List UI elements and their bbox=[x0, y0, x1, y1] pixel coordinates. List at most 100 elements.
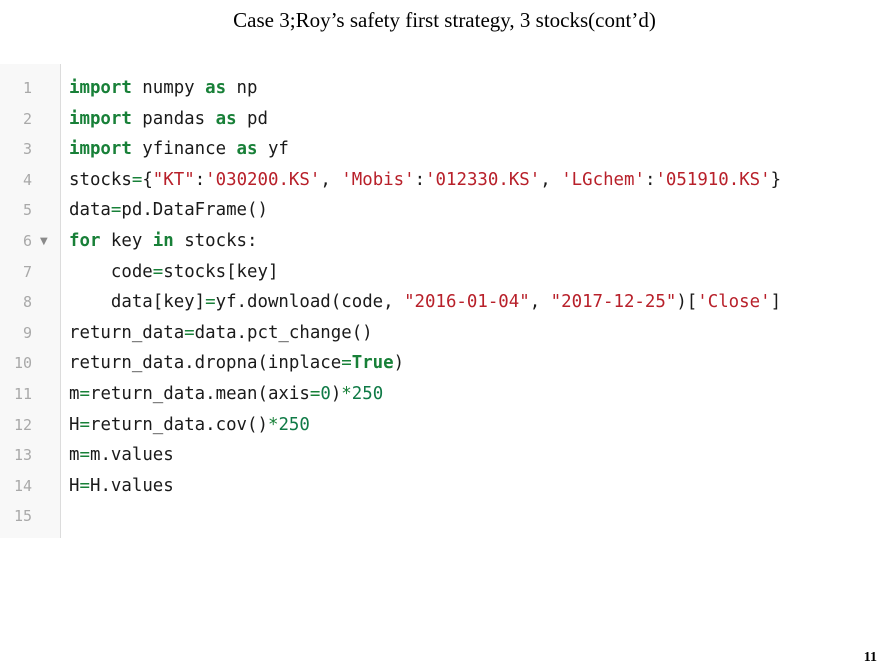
code-token: 250 bbox=[351, 384, 384, 404]
code-token: ) bbox=[393, 353, 405, 374]
code-token: = bbox=[205, 292, 216, 313]
code-token: = bbox=[79, 475, 90, 496]
code-token: as bbox=[236, 139, 258, 160]
code-text: stocks={"KT":'030200.KS', 'Mobis':'01233… bbox=[69, 165, 781, 196]
code-line[interactable]: 13 m=m.values bbox=[0, 440, 889, 471]
code-line[interactable]: 6 ▼ for key in stocks: bbox=[0, 226, 889, 257]
code-text: import yfinance as yf bbox=[69, 134, 289, 165]
code-token: = bbox=[309, 384, 321, 404]
code-token: return_data.cov() bbox=[89, 414, 268, 435]
code-token: : bbox=[644, 169, 656, 190]
slide-title: Case 3;Roy’s safety first strategy, 3 st… bbox=[233, 8, 656, 32]
code-token: = bbox=[341, 353, 352, 374]
code-token: 'Mobis' bbox=[341, 169, 415, 190]
code-token: { bbox=[142, 169, 153, 190]
code-token: m.values bbox=[89, 445, 174, 466]
code-token: = bbox=[79, 445, 90, 466]
code-token: 250 bbox=[278, 414, 310, 435]
code-text: data=pd.DataFrame() bbox=[69, 195, 268, 226]
code-token: for bbox=[69, 231, 101, 251]
line-number: 8 bbox=[22, 293, 32, 312]
code-token: * bbox=[267, 414, 279, 435]
code-token: import bbox=[69, 139, 132, 160]
code-token: True bbox=[351, 353, 394, 374]
code-token: "2016-01-04" bbox=[404, 292, 530, 313]
line-number: 15 bbox=[13, 507, 32, 526]
code-token: = bbox=[152, 261, 164, 282]
code-token: H bbox=[69, 475, 80, 496]
code-token: } bbox=[770, 169, 782, 190]
page-number: 11 bbox=[863, 650, 877, 665]
code-token: , bbox=[529, 292, 551, 313]
code-token: = bbox=[184, 322, 195, 343]
code-line[interactable]: 14 H=H.values bbox=[0, 471, 889, 502]
code-token: = bbox=[131, 169, 143, 190]
code-line[interactable]: 10 return_data.dropna(inplace=True) bbox=[0, 348, 889, 379]
code-token: pd bbox=[236, 108, 268, 129]
code-text: for key in stocks: bbox=[69, 226, 258, 257]
code-token: yfinance bbox=[131, 139, 237, 160]
code-token: data[key] bbox=[69, 292, 206, 313]
code-text: H=return_data.cov()*250 bbox=[69, 410, 310, 441]
code-token: * bbox=[341, 384, 352, 404]
code-token: as bbox=[205, 78, 227, 98]
code-token: code bbox=[69, 261, 153, 282]
fold-arrow-icon[interactable]: ▼ bbox=[40, 226, 48, 257]
code-line[interactable]: 12 H=return_data.cov()*250 bbox=[0, 410, 889, 441]
code-token: '051910.KS' bbox=[655, 169, 771, 190]
line-number: 12 bbox=[13, 415, 32, 434]
code-token: m bbox=[69, 384, 80, 404]
code-line[interactable]: 9 return_data=data.pct_change() bbox=[0, 318, 889, 349]
line-number: 4 bbox=[22, 170, 32, 189]
code-line[interactable]: 3 import yfinance as yf bbox=[0, 134, 889, 165]
code-text: import numpy as np bbox=[69, 73, 258, 104]
code-token: = bbox=[79, 384, 90, 404]
code-text: H=H.values bbox=[69, 471, 174, 502]
line-number: 9 bbox=[22, 323, 32, 342]
code-token: : bbox=[194, 169, 206, 190]
code-text: data[key]=yf.download(code, "2016-01-04"… bbox=[69, 287, 781, 318]
code-token: '030200.KS' bbox=[205, 169, 321, 190]
code-line[interactable]: 7 code=stocks[key] bbox=[0, 257, 889, 288]
code-editor[interactable]: 1 import numpy as np 2 import pandas as pd 3… bbox=[0, 64, 889, 538]
code-token: , bbox=[540, 169, 562, 190]
code-token: ] bbox=[770, 292, 782, 313]
code-line[interactable]: 4 stocks={"KT":'030200.KS', 'Mobis':'0123… bbox=[0, 165, 889, 196]
code-line[interactable]: 11 m=return_data.mean(axis=0)*250 bbox=[0, 379, 889, 410]
code-token: stocks bbox=[69, 169, 132, 190]
code-line[interactable]: 8 data[key]=yf.download(code, "2016-01-0… bbox=[0, 287, 889, 318]
code-text: m=m.values bbox=[69, 440, 174, 471]
code-token: "2017-12-25" bbox=[550, 292, 677, 313]
code-token: "KT" bbox=[152, 169, 195, 190]
code-text: code=stocks[key] bbox=[69, 257, 279, 288]
code-token: '012330.KS' bbox=[425, 169, 541, 190]
code-token: import bbox=[69, 78, 132, 98]
code-token: np bbox=[226, 78, 258, 98]
code-token: m bbox=[69, 445, 80, 466]
code-token: 'Close' bbox=[697, 292, 771, 313]
code-token: : bbox=[414, 169, 426, 190]
code-line[interactable]: 5 data=pd.DataFrame() bbox=[0, 195, 889, 226]
code-token: return_data bbox=[69, 322, 185, 343]
code-line[interactable]: 1 import numpy as np bbox=[0, 73, 889, 104]
code-line[interactable]: 15 bbox=[0, 501, 889, 532]
code-token: return_data.dropna(inplace bbox=[69, 353, 342, 374]
code-token: )[ bbox=[676, 292, 698, 313]
code-token: H bbox=[69, 414, 80, 435]
code-token: in bbox=[152, 231, 174, 251]
line-number: 13 bbox=[13, 446, 32, 465]
line-number: 3 bbox=[22, 140, 32, 159]
code-token: , bbox=[320, 169, 342, 190]
line-number: 14 bbox=[13, 476, 32, 495]
code-token: import bbox=[69, 108, 132, 129]
code-line[interactable]: 2 import pandas as pd bbox=[0, 104, 889, 135]
code-token: yf bbox=[257, 139, 289, 160]
code-token: = bbox=[110, 200, 122, 221]
line-number: 7 bbox=[22, 262, 32, 281]
line-number: 1 bbox=[22, 79, 32, 97]
code-text: return_data=data.pct_change() bbox=[69, 318, 373, 349]
code-token: = bbox=[79, 414, 90, 435]
code-token: pd.DataFrame() bbox=[121, 200, 268, 221]
code-token: ) bbox=[330, 384, 342, 404]
code-text: m=return_data.mean(axis=0)*250 bbox=[69, 379, 383, 410]
